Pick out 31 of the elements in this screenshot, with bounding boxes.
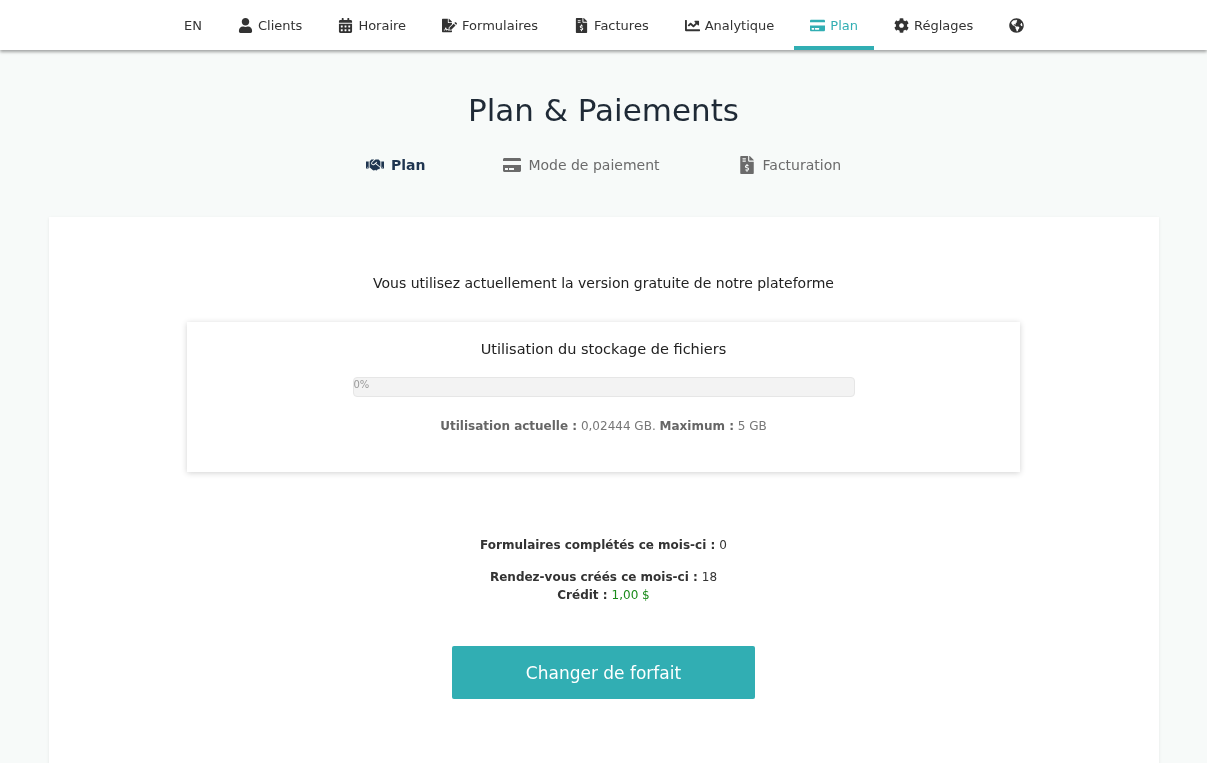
tab[interactable]: Plan <box>365 156 426 174</box>
calendar-icon <box>338 17 354 33</box>
usage-text: Utilisation actuelle : 0,02444 GB. Maximum : 5 GB <box>440 419 767 433</box>
nav-link[interactable]: Analytique <box>668 0 791 50</box>
nav-link[interactable]: Clients <box>221 0 319 50</box>
stat-label: Crédit : <box>557 588 608 602</box>
credit-card-icon <box>503 156 522 174</box>
invoice-icon <box>574 17 590 33</box>
stat-value: 18 <box>701 570 718 584</box>
intro-text: Vous utilisez actuellement la version gratuite de notre plateforme <box>373 275 834 291</box>
stat-label: Formulaires complétés ce mois-ci : <box>480 538 716 552</box>
tab[interactable]: Mode de paiement <box>503 156 660 174</box>
storage-title: Utilisation du stockage de fichiers <box>480 341 727 357</box>
nav-link[interactable]: Réglages <box>877 0 990 50</box>
page-title: Plan & Paiements <box>467 92 739 128</box>
stat-label: Rendez-vous créés ce mois-ci : <box>489 570 698 584</box>
nav-link[interactable]: Horaire <box>322 0 423 50</box>
nav-link[interactable]: Factures <box>558 0 665 50</box>
progress-reading: 0% <box>353 379 370 390</box>
stat-value: 1,00 $ <box>611 588 650 602</box>
user-icon <box>237 17 253 33</box>
credit-card-icon <box>810 17 826 33</box>
signed-document-icon <box>442 17 458 33</box>
settings-icon <box>893 17 909 33</box>
nav-link[interactable]: Formulaires <box>426 0 555 50</box>
invoice-icon <box>737 156 756 174</box>
globe-icon <box>1009 17 1025 33</box>
chart-icon <box>684 17 700 33</box>
stat-value: 0 <box>719 538 727 552</box>
language-link[interactable]: EN <box>168 0 218 50</box>
tab[interactable]: Facturation <box>737 156 842 174</box>
